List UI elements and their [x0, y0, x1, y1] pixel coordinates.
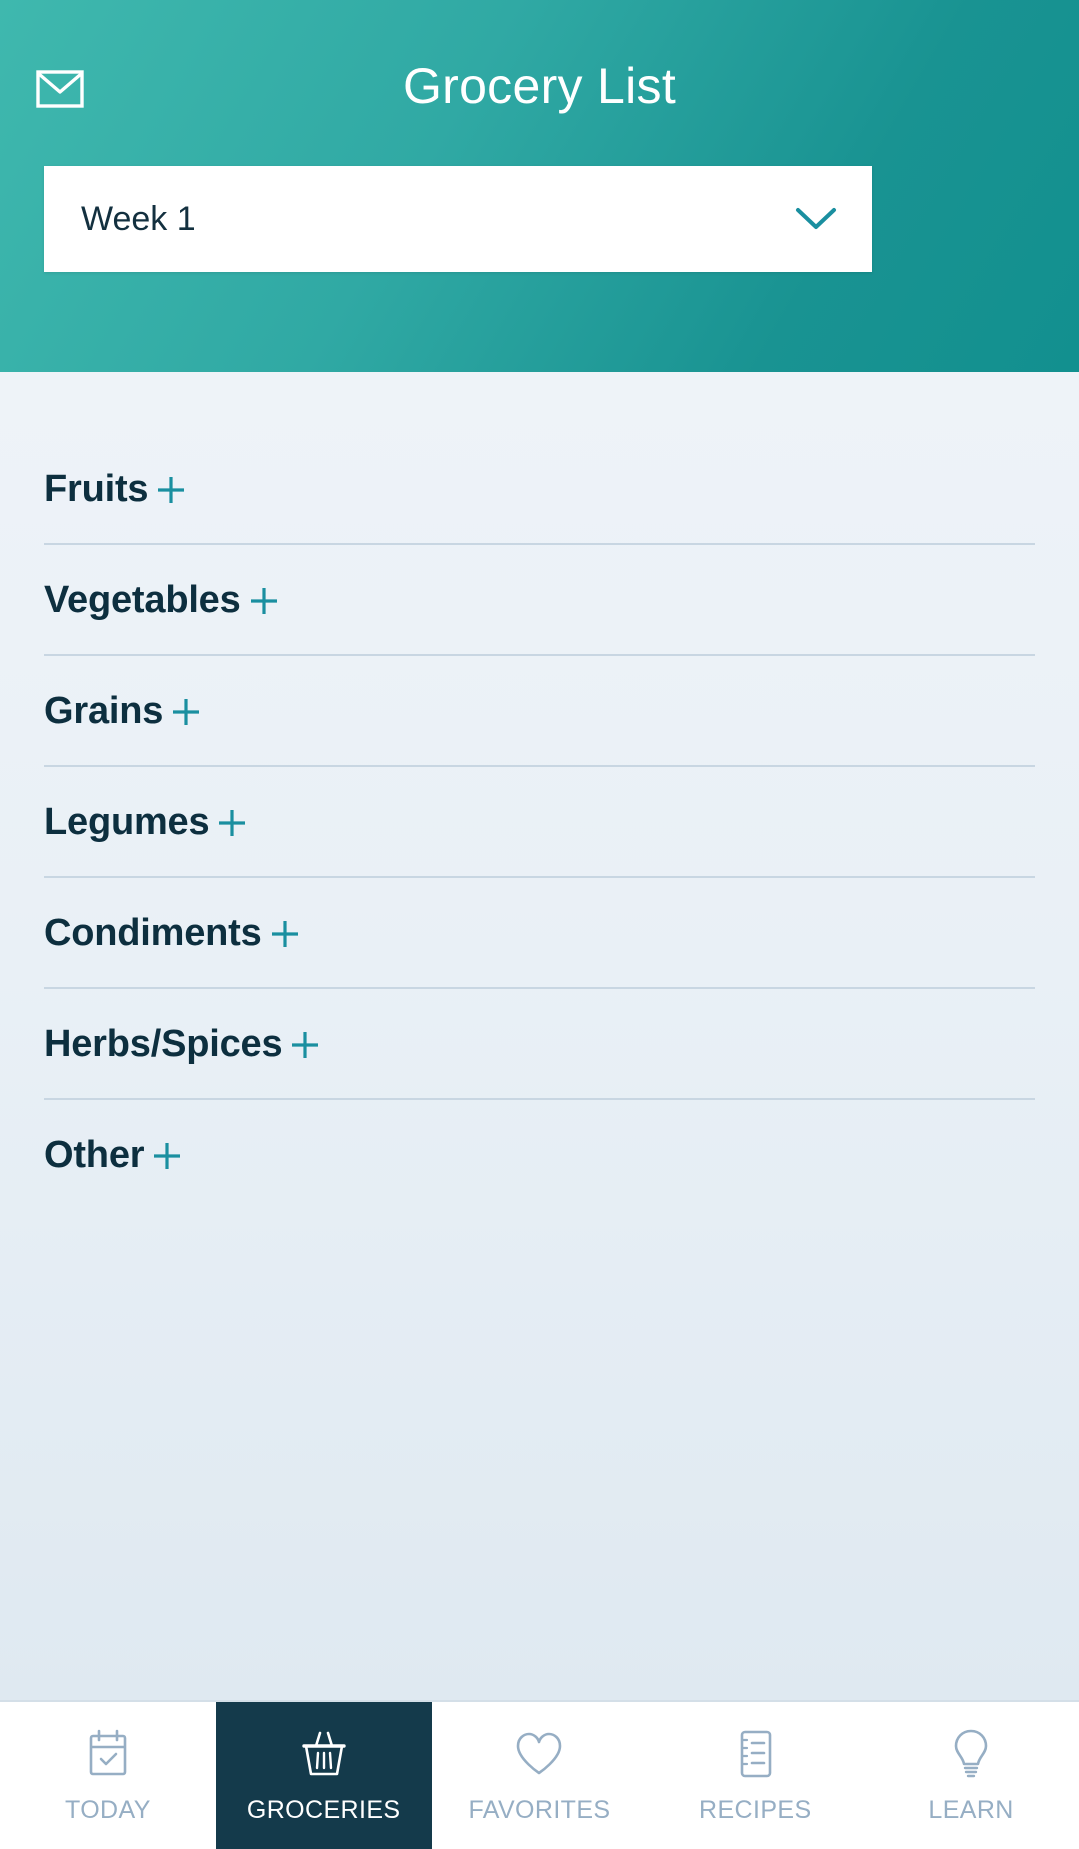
category-label: Other [44, 1134, 145, 1176]
nav-item-learn[interactable]: LEARN [863, 1702, 1079, 1849]
category-rows: Fruits Vegetables Grains Legumes Condime… [0, 372, 1079, 1211]
plus-icon[interactable] [215, 806, 249, 840]
category-row-fruits[interactable]: Fruits [0, 434, 1079, 545]
nav-label: FAVORITES [468, 1796, 611, 1824]
nav-item-favorites[interactable]: FAVORITES [431, 1702, 648, 1849]
plus-icon[interactable] [247, 584, 281, 618]
nav-label: TODAY [64, 1796, 151, 1824]
plus-icon[interactable] [288, 1028, 322, 1062]
nav-item-recipes[interactable]: RECIPES [647, 1702, 864, 1849]
category-row-legumes[interactable]: Legumes [0, 767, 1079, 878]
calendar-check-icon [89, 1729, 127, 1776]
category-label: Grains [44, 690, 164, 732]
notebook-icon [740, 1730, 772, 1778]
category-row-condiments[interactable]: Condiments [0, 878, 1079, 989]
app-screen: Grocery List Week 1 Fruits Vegetables Gr… [0, 0, 1079, 1849]
chevron-down-icon[interactable] [794, 206, 838, 232]
category-row-other[interactable]: Other [0, 1100, 1079, 1211]
category-label: Fruits [44, 468, 149, 510]
nav-item-groceries[interactable]: GROCERIES [215, 1702, 432, 1849]
nav-label: RECIPES [699, 1796, 812, 1824]
category-label: Condiments [44, 912, 262, 954]
header-bar: Grocery List [0, 0, 1079, 190]
category-label: Herbs/Spices [44, 1023, 283, 1065]
category-row-grains[interactable]: Grains [0, 656, 1079, 767]
lightbulb-icon [954, 1729, 988, 1778]
category-row-vegetables[interactable]: Vegetables [0, 545, 1079, 656]
plus-icon[interactable] [150, 1139, 184, 1173]
plus-icon[interactable] [154, 473, 188, 507]
category-row-herbs-spices[interactable]: Herbs/Spices [0, 989, 1079, 1100]
nav-label: GROCERIES [246, 1796, 401, 1824]
nav-label: LEARN [928, 1796, 1014, 1824]
app-header: Grocery List Week 1 [0, 0, 1079, 372]
nav-item-today[interactable]: TODAY [0, 1702, 216, 1849]
week-selector-value: Week 1 [81, 199, 196, 238]
plus-icon[interactable] [169, 695, 203, 729]
basket-icon [301, 1731, 346, 1776]
week-selector[interactable]: Week 1 [44, 166, 872, 272]
bottom-navigation: TODAY GROCERIES FAVORITES RECIPES LEARN [0, 1700, 1079, 1849]
plus-icon[interactable] [268, 917, 302, 951]
page-title: Grocery List [402, 58, 677, 114]
category-label: Legumes [44, 801, 210, 843]
heart-icon [517, 1732, 562, 1775]
grocery-category-list: Fruits Vegetables Grains Legumes Condime… [0, 372, 1079, 1700]
category-label: Vegetables [44, 579, 241, 621]
